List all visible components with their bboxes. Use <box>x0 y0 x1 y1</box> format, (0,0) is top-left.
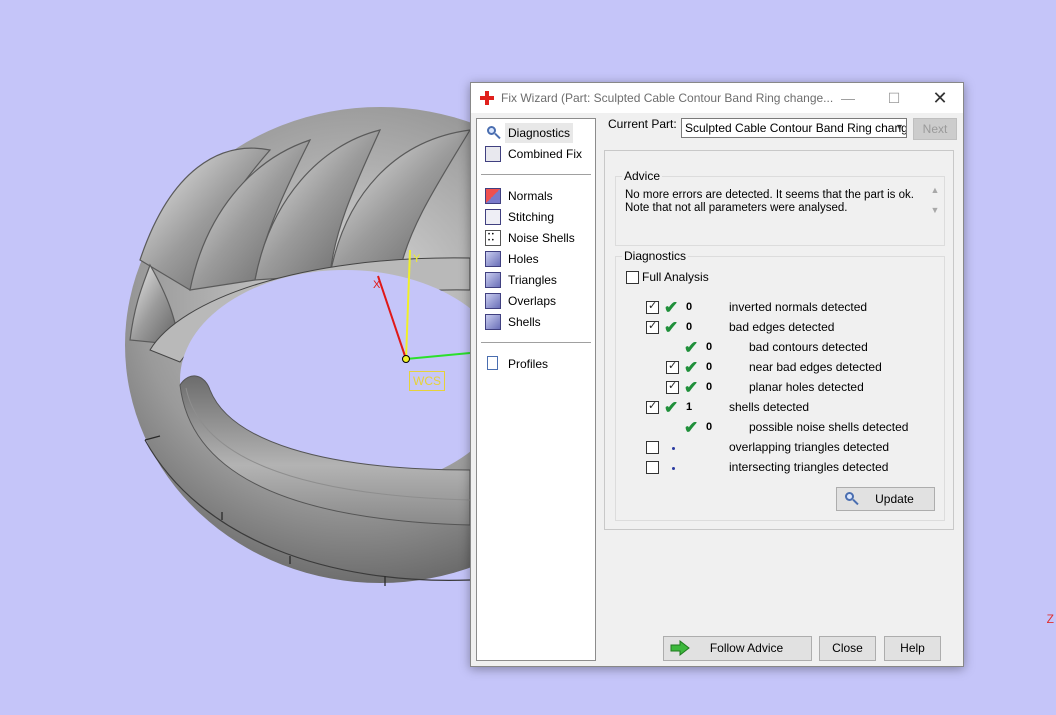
fix-wizard-dialog: Fix Wizard (Part: Sculpted Cable Contour… <box>470 82 964 667</box>
help-button[interactable]: Help <box>884 636 941 661</box>
diagnostic-checkbox[interactable] <box>646 299 659 314</box>
diagnostic-count: 0 <box>706 341 713 353</box>
close-window-button[interactable]: ✕ <box>917 83 963 113</box>
ok-check-icon: ✔ <box>664 318 679 337</box>
axis-indicator-label: Z <box>1046 612 1054 626</box>
diagnostic-checkbox[interactable] <box>646 319 659 334</box>
diagnostic-label: planar holes detected <box>749 380 864 394</box>
next-button[interactable]: Next <box>913 118 957 140</box>
ok-check-icon: ✔ <box>684 338 699 357</box>
nav-divider <box>481 342 591 343</box>
close-button[interactable]: Close <box>819 636 876 661</box>
minimize-button[interactable]: — <box>825 83 871 113</box>
diagnostic-checkbox[interactable] <box>646 399 659 414</box>
shells-cube-icon <box>485 314 501 330</box>
cube-icon <box>485 146 501 162</box>
magnifier-icon <box>843 491 859 507</box>
noise-shells-icon <box>485 230 501 246</box>
maximize-button[interactable]: ☐ <box>871 83 917 113</box>
ok-check-icon: ✔ <box>684 418 699 437</box>
nav-item-holes[interactable]: Holes <box>481 249 593 269</box>
diagnostic-label: possible noise shells detected <box>749 420 909 434</box>
normals-cube-icon <box>485 188 501 204</box>
nav-item-normals[interactable]: Normals <box>481 186 593 206</box>
diagnostic-count: 0 <box>706 421 713 433</box>
ok-check-icon: ✔ <box>664 398 679 417</box>
nav-item-noise-shells[interactable]: Noise Shells <box>481 228 593 248</box>
full-analysis-checkbox[interactable] <box>626 271 639 284</box>
axis-y-label: Y <box>413 253 421 265</box>
nav-item-diagnostics[interactable]: Diagnostics <box>481 123 593 143</box>
nav-item-triangles[interactable]: Triangles <box>481 270 593 290</box>
ok-check-icon: ✔ <box>664 298 679 317</box>
diagnostic-count: 0 <box>706 381 713 393</box>
advice-line: No more errors are detected. It seems th… <box>625 189 914 201</box>
diagnostic-label: shells detected <box>729 400 810 414</box>
triangles-cube-icon <box>485 272 501 288</box>
follow-advice-label: Follow Advice <box>709 641 784 655</box>
current-part-label: Current Part: <box>608 117 677 131</box>
nav-divider <box>481 174 591 175</box>
nav-item-stitching[interactable]: Stitching <box>481 207 593 227</box>
title-bar[interactable]: Fix Wizard (Part: Sculpted Cable Contour… <box>471 83 963 113</box>
nav-item-combined-fix[interactable]: Combined Fix <box>481 144 593 164</box>
pending-dot-icon <box>672 447 675 450</box>
advice-text: No more errors are detected. It seems th… <box>625 189 937 235</box>
nav-item-profiles[interactable]: Profiles <box>481 354 593 374</box>
nav-item-overlaps[interactable]: Overlaps <box>481 291 593 311</box>
advice-scrollbar[interactable]: ▲ ▼ <box>928 185 942 231</box>
diagnostics-panel: Advice No more errors are detected. It s… <box>604 150 954 530</box>
advice-group: Advice No more errors are detected. It s… <box>615 169 945 246</box>
diagnostic-label: inverted normals detected <box>729 300 868 314</box>
diagnostic-label: intersecting triangles detected <box>729 460 889 474</box>
overlaps-cube-icon <box>485 293 501 309</box>
full-analysis-label: Full Analysis <box>642 270 709 284</box>
diagnostics-title: Diagnostics <box>622 249 689 263</box>
magnifier-icon <box>485 125 501 141</box>
diagnostic-checkbox[interactable] <box>666 359 679 374</box>
diagnostic-label: bad edges detected <box>729 320 835 334</box>
document-icon <box>487 356 498 370</box>
ok-check-icon: ✔ <box>684 378 699 397</box>
stitching-cube-icon <box>485 209 501 225</box>
chevron-down-icon: ▾ <box>896 122 902 133</box>
wizard-nav: Diagnostics Combined Fix Normals Stitchi… <box>476 118 596 661</box>
diagnostic-checkbox[interactable] <box>646 461 659 474</box>
diagnostics-group: Diagnostics Full Analysis ✔ 0 inverted nor… <box>615 249 945 521</box>
diagnostic-label: bad contours detected <box>749 340 868 354</box>
follow-advice-button[interactable]: Follow Advice <box>663 636 812 661</box>
wcs-label: WCS <box>409 371 445 391</box>
current-part-select[interactable]: Sculpted Cable Contour Band Ring change … <box>681 118 907 138</box>
axis-x-label: X <box>373 279 381 291</box>
fix-wizard-cross-icon <box>480 91 494 105</box>
diagnostic-checkbox[interactable] <box>646 441 659 454</box>
window-title: Fix Wizard (Part: Sculpted Cable Contour… <box>501 91 834 105</box>
update-button[interactable]: Update <box>836 487 935 511</box>
diagnostic-count: 0 <box>706 361 713 373</box>
holes-cube-icon <box>485 251 501 267</box>
nav-item-shells[interactable]: Shells <box>481 312 593 332</box>
green-arrow-icon <box>670 640 690 656</box>
advice-line: Note that not all parameters were analys… <box>625 202 848 214</box>
current-part-value: Sculpted Cable Contour Band Ring change <box>685 121 907 135</box>
advice-title: Advice <box>622 169 663 183</box>
ok-check-icon: ✔ <box>684 358 699 377</box>
diagnostic-count: 1 <box>686 401 693 413</box>
diagnostic-label: near bad edges detected <box>749 360 882 374</box>
pending-dot-icon <box>672 467 675 470</box>
diagnostic-checkbox[interactable] <box>666 379 679 394</box>
diagnostic-count: 0 <box>686 301 693 313</box>
diagnostic-label: overlapping triangles detected <box>729 440 890 454</box>
update-label: Update <box>875 492 914 506</box>
diagnostic-count: 0 <box>686 321 693 333</box>
